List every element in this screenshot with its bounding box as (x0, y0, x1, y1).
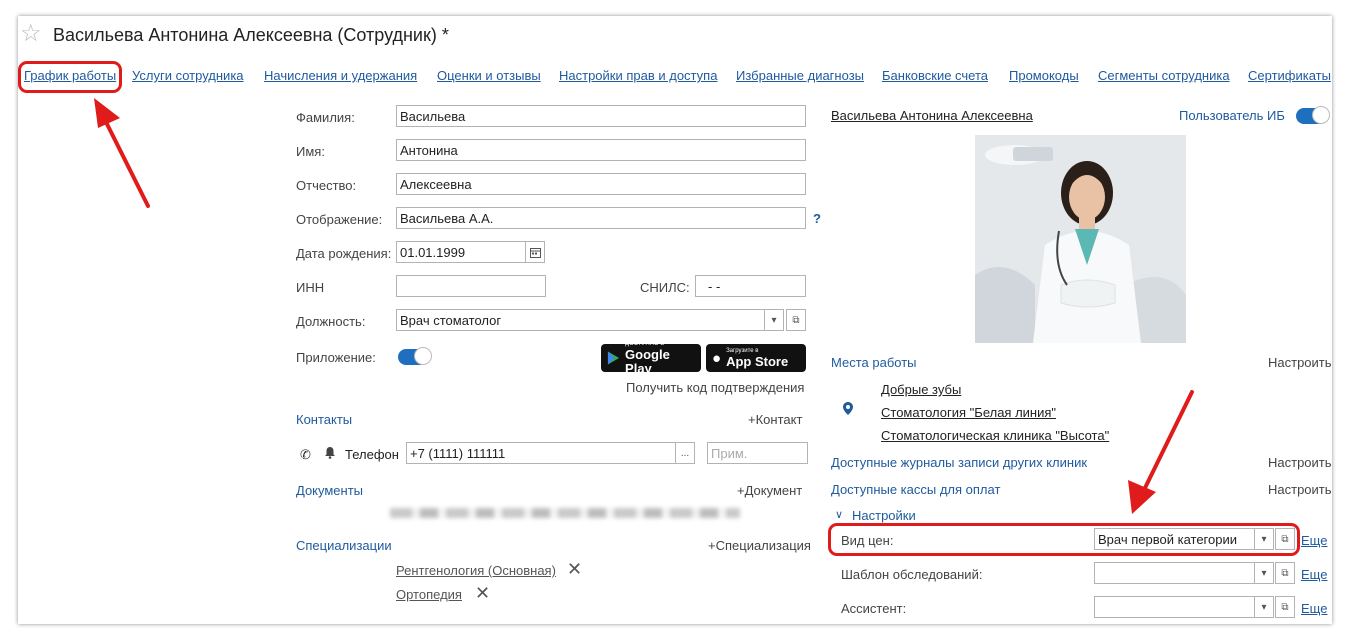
phone-label: Телефон (345, 447, 399, 462)
app-store-big: App Store (726, 353, 789, 369)
assistant-more-link[interactable]: Еще (1301, 601, 1327, 616)
phone-field[interactable]: +7 (1111) 111111 (406, 442, 676, 464)
patronymic-field[interactable]: Алексеевна (396, 173, 806, 195)
cash-title[interactable]: Доступные кассы для оплат (831, 482, 1000, 497)
price-type-more-link[interactable]: Еще (1301, 533, 1327, 548)
app-toggle[interactable] (398, 347, 432, 365)
birth-date-label: Дата рождения: (296, 246, 392, 261)
exam-template-more-link[interactable]: Еще (1301, 567, 1327, 582)
open-icon[interactable]: ⧉ (1275, 562, 1295, 584)
display-name-label: Отображение: (296, 212, 383, 227)
help-icon[interactable]: ? (813, 211, 821, 226)
journals-configure-button[interactable]: Настроить (1268, 455, 1332, 470)
highlight-box (828, 523, 1300, 556)
workplace-item[interactable]: Стоматологическая клиника "Высота" (881, 428, 1109, 443)
favorite-star-icon[interactable]: ☆ (20, 22, 42, 46)
contacts-title[interactable]: Контакты (296, 412, 352, 427)
first-name-field[interactable]: Антонина (396, 139, 806, 161)
documents-title[interactable]: Документы (296, 483, 363, 498)
snils-field[interactable]: - - (695, 275, 806, 297)
page-title: Васильева Антонина Алексеевна (Сотрудник… (53, 25, 449, 45)
tab-accruals[interactable]: Начисления и удержания (264, 68, 417, 83)
last-name-field[interactable]: Васильева (396, 105, 806, 127)
phone-icon: ✆ (300, 447, 311, 462)
chevron-down-icon[interactable]: ▾ (1254, 562, 1274, 584)
tab-favorite-diagnoses[interactable]: Избранные диагнозы (736, 68, 864, 83)
tab-access-settings[interactable]: Настройки прав и доступа (559, 68, 717, 83)
highlight-box (18, 61, 122, 93)
blurred-document (390, 508, 740, 518)
snils-label: СНИЛС: (640, 280, 690, 295)
add-contact-button[interactable]: +Контакт (748, 412, 802, 427)
first-name-label: Имя: (296, 144, 325, 159)
get-code-link[interactable]: Получить код подтверждения (626, 380, 804, 395)
open-icon[interactable]: ⧉ (786, 309, 806, 331)
google-play-icon (607, 351, 620, 365)
add-specialization-button[interactable]: +Специализация (708, 538, 811, 553)
ib-user-label: Пользователь ИБ (1179, 108, 1285, 123)
employee-name-link[interactable]: Васильева Антонина Алексеевна (831, 108, 1033, 123)
tab-certificates[interactable]: Сертификаты (1248, 68, 1331, 83)
last-name-label: Фамилия: (296, 110, 355, 125)
settings-section-title[interactable]: Настройки (852, 508, 916, 523)
ib-user-toggle[interactable] (1296, 106, 1330, 124)
journals-title[interactable]: Доступные журналы записи других клиник (831, 455, 1087, 470)
assistant-field[interactable] (1094, 596, 1255, 618)
workplaces-title[interactable]: Места работы (831, 355, 917, 370)
bell-icon (324, 446, 336, 464)
patronymic-label: Отчество: (296, 178, 357, 193)
location-pin-icon (843, 402, 853, 420)
assistant-label: Ассистент: (841, 601, 907, 616)
tab-segments[interactable]: Сегменты сотрудника (1098, 68, 1230, 83)
employee-form-window: ☆ Васильева Антонина Алексеевна (Сотрудн… (18, 16, 1332, 624)
tab-reviews[interactable]: Оценки и отзывы (437, 68, 541, 83)
remove-icon[interactable]: ✕ (475, 583, 490, 604)
google-play-big: Google Play (625, 346, 670, 376)
google-play-badge[interactable]: ДОСТУПНО В Google Play (601, 341, 701, 375)
workplaces-configure-button[interactable]: Настроить (1268, 355, 1332, 370)
birth-date-field[interactable]: 01.01.1999 (396, 241, 526, 263)
annotation-arrow (94, 98, 150, 208)
apple-icon: ● (712, 349, 722, 367)
calendar-icon[interactable] (525, 241, 545, 263)
tab-employee-services[interactable]: Услуги сотрудника (132, 68, 244, 83)
app-store-badge[interactable]: ● Загрузите в App Store (706, 344, 806, 372)
specializations-title[interactable]: Специализации (296, 538, 392, 553)
open-icon[interactable]: ⧉ (1275, 596, 1295, 618)
add-document-button[interactable]: +Документ (737, 483, 802, 498)
chevron-down-icon[interactable]: ∨ (835, 508, 843, 521)
chevron-down-icon[interactable]: ▾ (764, 309, 784, 331)
phone-note-field[interactable]: Прим. (707, 442, 808, 464)
tab-promocodes[interactable]: Промокоды (1009, 68, 1079, 83)
exam-template-field[interactable] (1094, 562, 1255, 584)
workplace-item[interactable]: Добрые зубы (881, 382, 961, 397)
inn-label: ИНН (296, 280, 325, 295)
position-label: Должность: (296, 314, 366, 329)
exam-template-label: Шаблон обследований: (841, 567, 983, 582)
specialization-item[interactable]: Ортопедия (396, 587, 462, 602)
specialization-item[interactable]: Рентгенология (Основная) (396, 563, 556, 578)
app-label: Приложение: (296, 350, 376, 365)
phone-more-button[interactable]: ... (675, 442, 695, 464)
chevron-down-icon[interactable]: ▾ (1254, 596, 1274, 618)
workplace-item[interactable]: Стоматология "Белая линия" (881, 405, 1056, 420)
annotation-arrow (1128, 390, 1194, 514)
remove-icon[interactable]: ✕ (567, 559, 582, 580)
tab-bank-accounts[interactable]: Банковские счета (882, 68, 988, 83)
employee-photo[interactable] (975, 135, 1186, 343)
cash-configure-button[interactable]: Настроить (1268, 482, 1332, 497)
inn-field[interactable] (396, 275, 546, 297)
display-name-field[interactable]: Васильева А.А. (396, 207, 806, 229)
position-field[interactable]: Врач стоматолог (396, 309, 765, 331)
